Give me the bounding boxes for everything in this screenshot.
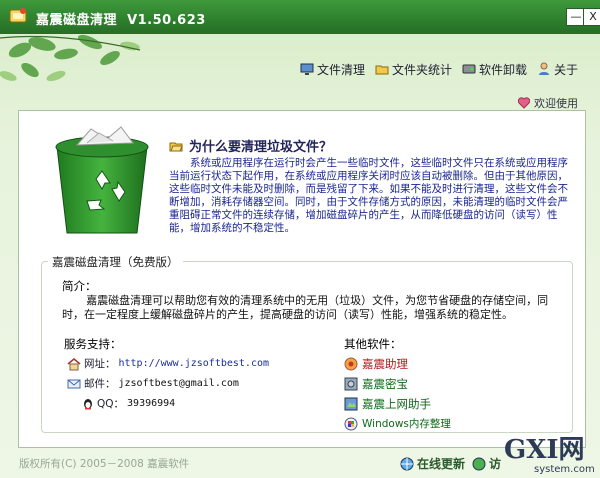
other-software-title: 其他软件：	[344, 337, 402, 351]
window-title: 嘉震磁盘清理 V1.50.623	[36, 9, 206, 28]
user-icon	[539, 62, 550, 75]
welcome-link[interactable]: 欢迎使用	[518, 95, 578, 111]
assistant-icon	[344, 357, 358, 371]
watermark-domain: system.com	[534, 464, 595, 475]
other-item-memory[interactable]: Windows内存整理	[344, 416, 451, 431]
nav-uninstall[interactable]: 软件卸载	[462, 61, 527, 78]
email-row: 邮件： jzsoftbest@gmail.com	[67, 376, 239, 391]
app-window: 嘉震磁盘清理 V1.50.623 — X 文件清理 文件夹统计 软件卸载 关于 …	[0, 0, 600, 478]
safe-icon	[344, 377, 358, 391]
home-icon	[67, 357, 81, 370]
leaves-decoration	[0, 34, 141, 82]
recycle-bin-icon	[55, 126, 149, 234]
qq-label: QQ：	[97, 398, 125, 410]
nav-folder-stats[interactable]: 文件夹统计	[375, 61, 452, 78]
app-version: V1.50.623	[127, 13, 206, 28]
visit-globe-icon	[472, 457, 486, 470]
website-row: 网址： http://www.jzsoftbest.com	[67, 356, 269, 371]
website-link[interactable]: http://www.jzsoftbest.com	[119, 358, 270, 369]
close-button[interactable]: X	[583, 8, 600, 26]
globe-update-icon	[400, 457, 414, 470]
heart-icon	[518, 97, 530, 109]
online-update-label: 在线更新	[417, 457, 466, 471]
online-update-button[interactable]: 在线更新	[400, 455, 465, 472]
why-clean-heading: 为什么要清理垃圾文件？	[169, 136, 332, 155]
other-item-assistant-label: 嘉震助理	[362, 357, 408, 371]
nav-file-clean-label: 文件清理	[317, 62, 366, 77]
title-bar[interactable]: 嘉震磁盘清理 V1.50.623 — X	[0, 0, 600, 34]
product-info-legend: 嘉震磁盘清理（免费版）	[48, 254, 183, 270]
nav-about[interactable]: 关于	[537, 61, 578, 78]
content-panel: 为什么要清理垃圾文件？ 系统或应用程序在运行时会产生一些临时文件，这些临时文件只…	[18, 110, 586, 448]
email-address[interactable]: jzsoftbest@gmail.com	[119, 378, 239, 389]
main-nav: 文件清理 文件夹统计 软件卸载 关于	[300, 58, 578, 80]
visit-button[interactable]: 访	[472, 455, 501, 472]
service-title: 服务支持：	[64, 337, 122, 351]
intro-text: 嘉震磁盘清理可以帮助您有效的清理系统中的无用（垃圾）文件，为您节省硬盘的存储空间…	[62, 294, 549, 321]
nav-folder-stats-label: 文件夹统计	[392, 62, 453, 77]
nav-uninstall-label: 软件卸载	[479, 62, 528, 77]
intro-label: 简介：	[62, 279, 97, 293]
why-clean-title: 为什么要清理垃圾文件？	[189, 140, 333, 155]
welcome-label: 欢迎使用	[534, 97, 578, 110]
mail-icon	[67, 379, 81, 388]
other-item-secret-label: 嘉震密宝	[362, 377, 408, 391]
other-item-secret[interactable]: 嘉震密宝	[344, 376, 408, 392]
email-label: 邮件：	[84, 378, 116, 390]
windows-logo-icon	[344, 417, 358, 430]
other-item-memory-label: Windows内存整理	[362, 418, 451, 430]
gxi-watermark-logo: GXI网 system.com	[504, 435, 595, 475]
other-item-web-helper[interactable]: 嘉震上网助手	[344, 396, 431, 412]
watermark-brand: GXI网	[504, 435, 585, 465]
folder-icon	[375, 65, 389, 75]
app-logo-icon	[9, 8, 27, 23]
qq-number: 39396994	[127, 398, 176, 409]
other-item-assistant[interactable]: 嘉震助理	[344, 356, 408, 372]
why-clean-description: 系统或应用程序在运行时会产生一些临时文件，这些临时文件只在系统或应用程序当前运行…	[169, 157, 568, 234]
nav-about-label: 关于	[554, 62, 579, 77]
qq-penguin-icon	[84, 398, 92, 409]
disk-icon	[462, 64, 476, 74]
qq-row: QQ： 39396994	[82, 396, 175, 411]
folder-open-icon	[169, 142, 183, 151]
nav-file-clean[interactable]: 文件清理	[300, 61, 365, 78]
other-item-web-helper-label: 嘉震上网助手	[362, 397, 431, 411]
copyright-text: 版权所有(C) 2005－2008 嘉震软件	[19, 458, 190, 470]
monitor-icon	[300, 63, 314, 75]
app-name: 嘉震磁盘清理	[36, 13, 118, 28]
product-info-group: 嘉震磁盘清理（免费版） 简介： 嘉震磁盘清理可以帮助您有效的清理系统中的无用（垃…	[41, 254, 573, 433]
web-helper-icon	[344, 397, 358, 411]
website-label: 网址：	[84, 358, 116, 370]
